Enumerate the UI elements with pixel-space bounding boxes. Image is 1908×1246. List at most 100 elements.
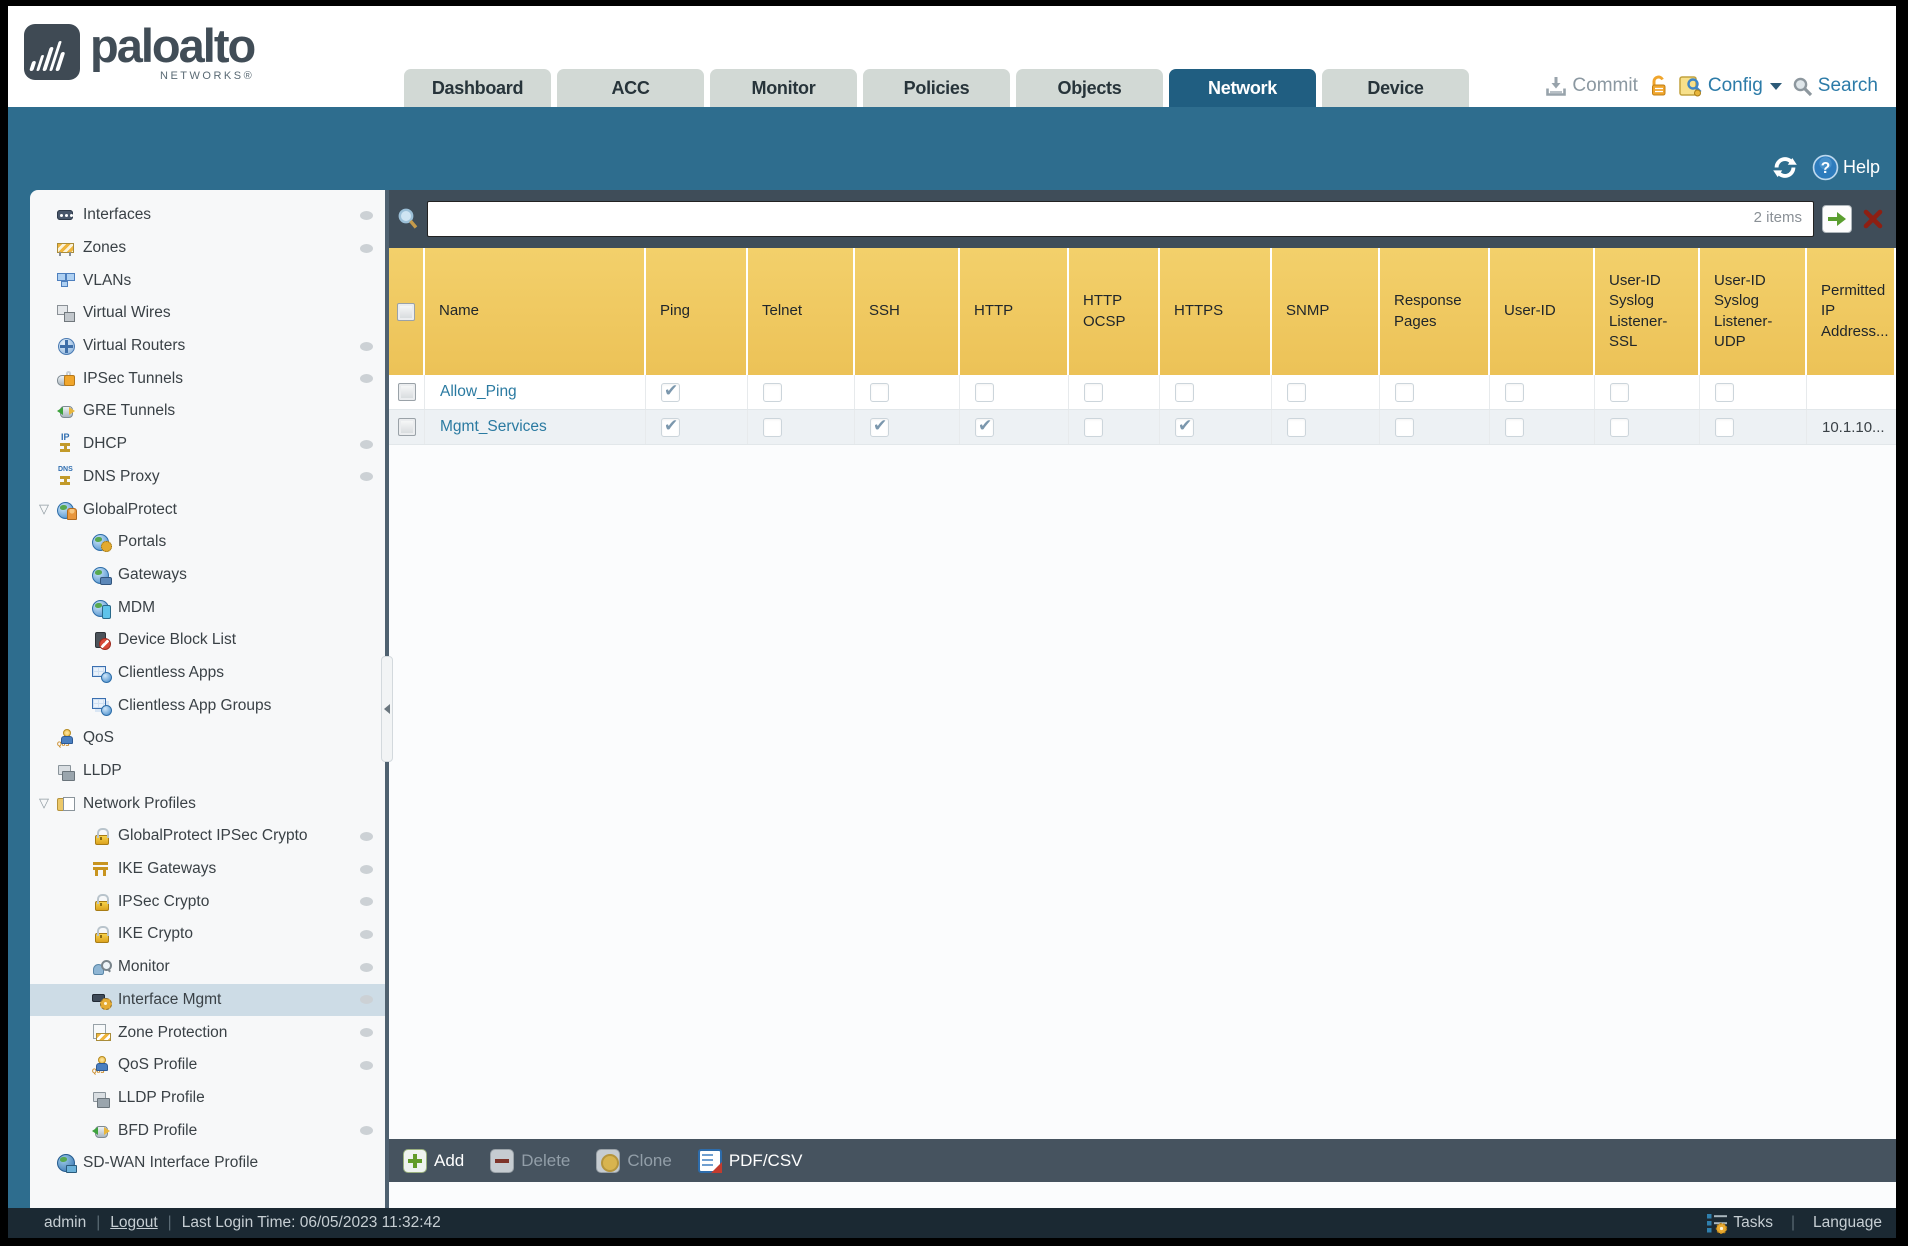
row-select-checkbox[interactable] (397, 418, 416, 436)
response-pages-cell (1380, 410, 1490, 444)
profile-link-mgmt-services[interactable]: Mgmt_Services (440, 418, 547, 436)
row-select-checkbox[interactable] (397, 383, 416, 401)
sidebar-item-globalprotect[interactable]: ▽ GlobalProtect (30, 493, 385, 526)
tab-monitor[interactable]: Monitor (710, 69, 857, 107)
add-button[interactable]: Add (403, 1148, 464, 1173)
sidebar-item-ike-gateways[interactable]: IKE Gateways (30, 853, 385, 886)
sidebar-item-virtual-wires[interactable]: Virtual Wires (30, 297, 385, 330)
profile-link-allow-ping[interactable]: Allow_Ping (440, 383, 517, 401)
sidebar-item-interfaces[interactable]: Interfaces (30, 199, 385, 232)
ssh-checkbox[interactable] (870, 416, 889, 437)
telnet-checkbox[interactable] (763, 417, 782, 437)
https-checkbox[interactable] (1175, 382, 1194, 402)
uid-syslog-ssl-checkbox[interactable] (1610, 382, 1629, 402)
config-menu[interactable]: Config (1679, 75, 1782, 97)
column-header-uid-syslog-ssl[interactable]: User-ID Syslog Listener-SSL (1595, 248, 1700, 375)
language-button[interactable]: Language (1813, 1214, 1882, 1232)
sidebar-item-zones[interactable]: Zones (30, 232, 385, 265)
sidebar-splitter[interactable] (381, 190, 393, 1208)
commit-button[interactable]: Commit (1545, 75, 1638, 97)
column-header-ping[interactable]: Ping (646, 248, 748, 375)
tab-dashboard[interactable]: Dashboard (404, 69, 551, 107)
expander-icon[interactable]: ▽ (39, 503, 49, 516)
sidebar-item-label: Network Profiles (83, 794, 196, 812)
sidebar-item-bfd-profile[interactable]: BFD Profile (30, 1114, 385, 1147)
sidebar-item-lldp-profile[interactable]: LLDP Profile (30, 1082, 385, 1115)
http-checkbox[interactable] (975, 382, 994, 402)
http-ocsp-checkbox[interactable] (1084, 417, 1103, 437)
column-header-telnet[interactable]: Telnet (748, 248, 855, 375)
apply-filter-button[interactable] (1822, 205, 1852, 233)
user-id-checkbox[interactable] (1505, 382, 1524, 402)
column-header-https[interactable]: HTTPS (1160, 248, 1272, 375)
sidebar-item-mdm[interactable]: MDM (30, 591, 385, 624)
column-header-uid-syslog-udp[interactable]: User-ID Syslog Listener-UDP (1700, 248, 1807, 375)
sidebar-item-dhcp[interactable]: DHCP (30, 428, 385, 461)
sidebar-item-gre-tunnels[interactable]: GRE Tunnels (30, 395, 385, 428)
response-pages-checkbox[interactable] (1395, 382, 1414, 402)
uid-syslog-udp-checkbox[interactable] (1715, 382, 1734, 402)
unlocked-padlock-icon[interactable] (1648, 75, 1669, 97)
pdf-csv-button[interactable]: PDF/CSV (697, 1148, 803, 1173)
column-header-response-pages[interactable]: Response Pages (1380, 248, 1490, 375)
http-checkbox[interactable] (975, 416, 994, 437)
telnet-checkbox[interactable] (763, 382, 782, 402)
column-header-snmp[interactable]: SNMP (1272, 248, 1380, 375)
sidebar-item-interface-mgmt[interactable]: Interface Mgmt (30, 983, 385, 1017)
sidebar-item-gateways[interactable]: Gateways (30, 559, 385, 592)
column-header-name[interactable]: Name (425, 248, 646, 375)
search-button[interactable]: Search (1792, 75, 1878, 97)
ping-checkbox[interactable] (661, 416, 680, 437)
sidebar-item-dns-proxy[interactable]: DNS Proxy (30, 461, 385, 494)
delete-button[interactable]: Delete (490, 1148, 570, 1173)
column-header-http[interactable]: HTTP (960, 248, 1069, 375)
tab-objects[interactable]: Objects (1016, 69, 1163, 107)
sidebar-item-lldp[interactable]: LLDP (30, 755, 385, 788)
tab-policies[interactable]: Policies (863, 69, 1010, 107)
sidebar-item-network-profiles[interactable]: ▽ Network Profiles (30, 787, 385, 820)
filter-input[interactable] (427, 201, 1814, 237)
tab-device[interactable]: Device (1322, 69, 1469, 107)
response-pages-checkbox[interactable] (1395, 417, 1414, 437)
sidebar-item-zone-protection[interactable]: Zone Protection (30, 1016, 385, 1049)
ssh-checkbox[interactable] (870, 382, 889, 402)
sidebar-item-device-block-list[interactable]: Device Block List (30, 624, 385, 657)
globe-sdwan-icon (57, 1154, 77, 1174)
refresh-icon[interactable] (1770, 154, 1800, 181)
help-button[interactable]: ? Help (1812, 154, 1880, 181)
snmp-checkbox[interactable] (1287, 382, 1306, 402)
uid-syslog-udp-checkbox[interactable] (1715, 417, 1734, 437)
logout-link[interactable]: Logout (110, 1214, 157, 1232)
sidebar-item-monitor[interactable]: Monitor (30, 951, 385, 984)
sidebar-item-vlans[interactable]: VLANs (30, 264, 385, 297)
sidebar-item-globalprotect-ipsec-crypto[interactable]: GlobalProtect IPSec Crypto (30, 820, 385, 853)
sidebar-item-qos-profile[interactable]: QoS Profile (30, 1049, 385, 1082)
column-header-permitted-ip[interactable]: Permitted IP Address... (1807, 248, 1896, 375)
http-ocsp-checkbox[interactable] (1084, 382, 1103, 402)
clone-button[interactable]: Clone (596, 1148, 672, 1173)
tab-acc[interactable]: ACC (557, 69, 704, 107)
https-checkbox[interactable] (1175, 416, 1194, 437)
sidebar-item-ike-crypto[interactable]: IKE Crypto (30, 918, 385, 951)
sidebar-collapse-handle[interactable] (381, 656, 393, 762)
user-id-checkbox[interactable] (1505, 417, 1524, 437)
sidebar-item-clientless-app-groups[interactable]: Clientless App Groups (30, 689, 385, 722)
sidebar-item-ipsec-tunnels[interactable]: IPSec Tunnels (30, 362, 385, 395)
uid-syslog-ssl-checkbox[interactable] (1610, 417, 1629, 437)
sidebar-item-portals[interactable]: Portals (30, 526, 385, 559)
column-header-http-ocsp[interactable]: HTTP OCSP (1069, 248, 1160, 375)
sidebar-item-clientless-apps[interactable]: Clientless Apps (30, 657, 385, 690)
expander-icon[interactable]: ▽ (39, 797, 49, 810)
tab-network[interactable]: Network (1169, 69, 1316, 107)
sidebar-item-sd-wan-interface-profile[interactable]: SD-WAN Interface Profile (30, 1147, 385, 1180)
sidebar-item-qos[interactable]: QoS (30, 722, 385, 755)
clear-filter-button[interactable] (1860, 206, 1886, 232)
sidebar-item-ipsec-crypto[interactable]: IPSec Crypto (30, 885, 385, 918)
select-all-checkbox[interactable] (397, 302, 415, 321)
ping-checkbox[interactable] (661, 381, 680, 402)
snmp-checkbox[interactable] (1287, 417, 1306, 437)
tasks-button[interactable]: Tasks (1706, 1213, 1773, 1234)
column-header-ssh[interactable]: SSH (855, 248, 960, 375)
sidebar-item-virtual-routers[interactable]: Virtual Routers (30, 330, 385, 363)
column-header-user-id[interactable]: User-ID (1490, 248, 1595, 375)
